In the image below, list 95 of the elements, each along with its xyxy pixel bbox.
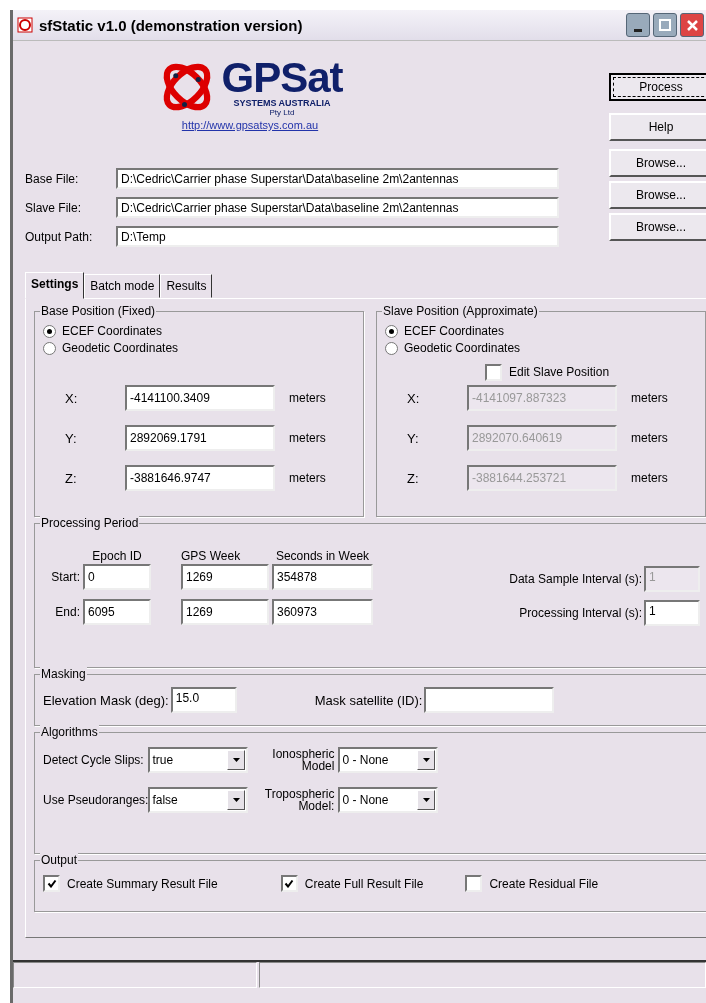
- checkbox-label[interactable]: Create Full Result File: [304, 876, 424, 891]
- group-title: Base Position (Fixed): [40, 304, 157, 318]
- coordinate-field[interactable]: 2892069.1791: [125, 425, 275, 451]
- group-title: Output: [40, 853, 79, 867]
- field-label: Base File:: [25, 171, 80, 186]
- column-header: Epoch ID: [91, 548, 143, 563]
- close-button[interactable]: [680, 13, 704, 37]
- action-button[interactable]: Help: [609, 113, 706, 141]
- path-field[interactable]: D:\Cedric\Carrier phase Superstar\Data\baseline 2m\2antennas: [116, 197, 559, 218]
- coordinate-label: Y:: [406, 430, 420, 446]
- tab[interactable]: Batch mode: [84, 274, 161, 298]
- logo-name: GPSat: [221, 57, 343, 98]
- checkbox-label[interactable]: Create Summary Result File: [67, 876, 218, 891]
- dropdown[interactable]: true: [148, 747, 249, 773]
- radio-button[interactable]: [43, 341, 56, 355]
- radio-label[interactable]: Geodetic Coordinates: [62, 341, 179, 355]
- maximize-icon: [659, 19, 671, 31]
- maximize-button[interactable]: [653, 13, 677, 37]
- radio-button[interactable]: [385, 324, 398, 338]
- group-title: Masking: [40, 667, 87, 681]
- radio-button[interactable]: [385, 341, 398, 355]
- logo-suffix: Pty Ltd: [269, 107, 295, 117]
- column-header: GPS Week: [181, 548, 239, 563]
- radio-label[interactable]: Geodetic Coordinates: [404, 341, 521, 355]
- input-field[interactable]: 0: [83, 564, 151, 590]
- input-field[interactable]: 354878: [272, 564, 373, 590]
- unit-label: meters: [631, 471, 668, 485]
- field-label: Ionospheric Model: [271, 748, 335, 772]
- dropdown-arrow-icon: [230, 755, 242, 765]
- field-label: Mask satellite (ID):: [314, 692, 423, 708]
- checkmark-icon: [46, 879, 57, 888]
- unit-label: meters: [631, 391, 668, 405]
- action-button[interactable]: Process: [609, 73, 706, 101]
- dropdown[interactable]: 0 - None: [338, 747, 439, 773]
- minimize-button[interactable]: [626, 13, 650, 37]
- browse-button[interactable]: Browse...: [609, 149, 706, 177]
- path-field[interactable]: D:\Temp: [116, 226, 559, 247]
- logo-subtitle: SYSTEMS AUSTRALIA: [233, 97, 331, 108]
- browse-button[interactable]: Browse...: [609, 181, 706, 209]
- checkbox[interactable]: [485, 363, 502, 381]
- website-link[interactable]: http://www.gpsatsys.com.au: [181, 119, 319, 131]
- row-label: Start:: [50, 570, 81, 584]
- unit-label: meters: [631, 431, 668, 445]
- checkmark-icon: [284, 879, 295, 888]
- coordinate-field[interactable]: -4141100.3409: [125, 385, 275, 411]
- input-field[interactable]: 6095: [83, 599, 151, 626]
- input-field[interactable]: 1269: [181, 599, 269, 626]
- field-label: Tropospheric Model:: [263, 788, 335, 812]
- field-label: Output Path:: [25, 229, 94, 244]
- field-label: Slave File:: [25, 200, 83, 215]
- row-label: End:: [54, 605, 81, 620]
- checkbox[interactable]: [465, 875, 483, 892]
- radio-label[interactable]: ECEF Coordinates: [62, 324, 163, 338]
- coordinate-label: Z:: [406, 470, 420, 486]
- input-field[interactable]: [424, 687, 555, 713]
- coordinate-field[interactable]: -3881646.9747: [125, 465, 275, 491]
- group-title: Slave Position (Approximate): [382, 304, 539, 318]
- tab[interactable]: Settings: [25, 272, 85, 299]
- checkbox[interactable]: [280, 875, 298, 892]
- field-label: Detect Cycle Slips:: [43, 753, 145, 767]
- group-title: Algorithms: [40, 725, 99, 739]
- window-title: sfStatic v1.0 (demonstration version): [39, 16, 304, 34]
- minimize-icon: [634, 29, 642, 32]
- dropdown-arrow-icon: [420, 755, 432, 765]
- unit-label: meters: [289, 391, 326, 405]
- coordinate-label: Z:: [64, 470, 78, 486]
- close-icon: [686, 19, 698, 31]
- dropdown-arrow-icon: [230, 795, 242, 805]
- coordinate-label: X:: [64, 390, 79, 406]
- input-field[interactable]: 1269: [181, 564, 269, 590]
- field-label: Elevation Mask (deg):: [43, 692, 169, 708]
- radio-button[interactable]: [43, 324, 56, 338]
- radio-label[interactable]: ECEF Coordinates: [404, 324, 505, 338]
- dropdown[interactable]: false: [148, 787, 249, 813]
- input-field[interactable]: 1: [644, 600, 700, 626]
- checkbox[interactable]: [43, 875, 60, 892]
- column-header: Seconds in Week: [274, 548, 371, 563]
- tab[interactable]: Results: [160, 274, 213, 298]
- coordinate-label: Y:: [64, 430, 78, 446]
- group-title: Processing Period: [40, 516, 140, 530]
- coordinate-label: X:: [406, 390, 421, 406]
- app-icon: [17, 17, 33, 33]
- field-label: Data Sample Interval (s):: [509, 572, 642, 586]
- field-label: Use Pseudoranges:: [43, 793, 149, 807]
- browse-button[interactable]: Browse...: [609, 213, 706, 241]
- dropdown[interactable]: 0 - None: [338, 787, 439, 813]
- checkbox-label[interactable]: Edit Slave Position: [509, 365, 610, 379]
- input-field[interactable]: 360973: [272, 599, 373, 626]
- input-field[interactable]: 15.0: [170, 687, 237, 713]
- unit-label: meters: [289, 431, 326, 445]
- path-field[interactable]: D:\Cedric\Carrier phase Superstar\Data\baseline 2m\2antennas: [116, 168, 559, 189]
- unit-label: meters: [289, 471, 326, 485]
- field-label: Processing Interval (s):: [519, 606, 642, 620]
- checkbox-label[interactable]: Create Residual File: [489, 876, 599, 891]
- dropdown-arrow-icon: [420, 795, 432, 805]
